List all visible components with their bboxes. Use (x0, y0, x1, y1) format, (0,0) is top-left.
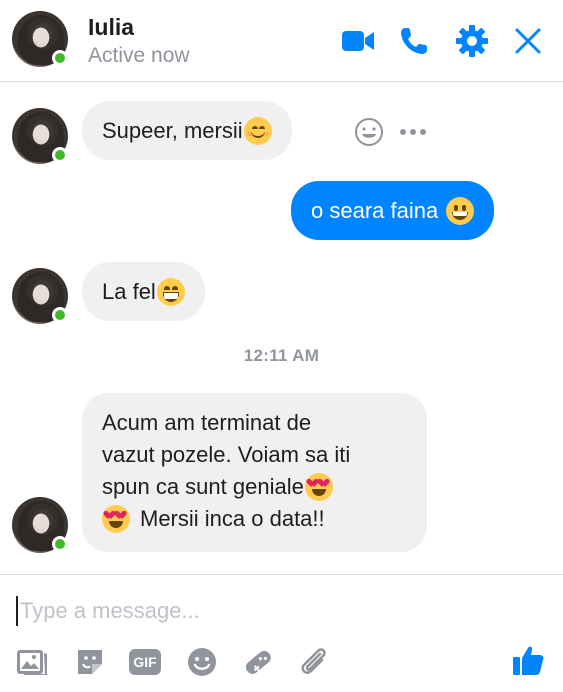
message-text: o seara faina (311, 197, 439, 223)
incoming-message[interactable]: Supeer, mersii (82, 101, 292, 160)
composer-divider (0, 574, 563, 575)
online-indicator (52, 50, 68, 66)
heart-eyes-emoji-icon (102, 505, 130, 533)
beaming-grin-emoji-icon (156, 277, 185, 306)
sticker-icon[interactable] (72, 644, 108, 680)
emoji-icon[interactable] (184, 644, 220, 680)
message-line: Mersii inca o data!! (140, 506, 325, 531)
message-text: Supeer, mersii (102, 117, 243, 143)
more-options-icon[interactable] (398, 117, 428, 147)
online-indicator (52, 307, 68, 323)
gif-label: GIF (133, 654, 157, 670)
message-input[interactable] (16, 596, 496, 626)
grinning-emoji-icon (446, 196, 475, 225)
reaction-emoji-icon[interactable] (354, 117, 384, 147)
close-icon[interactable] (510, 24, 546, 58)
message-line: vazut pozele. Voiam sa iti (102, 442, 351, 467)
online-indicator (52, 147, 68, 163)
message-line: Acum am terminat de (102, 410, 312, 435)
incoming-message[interactable]: La fel (82, 262, 205, 321)
heart-eyes-emoji-icon (304, 473, 333, 501)
message-text: La fel (102, 278, 156, 304)
chat-header: Iulia Active now (0, 0, 563, 82)
phone-icon[interactable] (396, 24, 432, 58)
presence-status: Active now (88, 44, 190, 67)
incoming-message[interactable]: Acum am terminat de vazut pozele. Voiam … (82, 393, 427, 552)
contact-name[interactable]: Iulia (88, 14, 134, 41)
outgoing-message[interactable]: o seara faina (291, 181, 495, 240)
attachment-icon[interactable] (296, 644, 332, 680)
gear-icon[interactable] (454, 24, 490, 58)
video-camera-icon[interactable] (340, 24, 376, 58)
message-line: spun ca sunt geniale (102, 474, 304, 499)
online-indicator (52, 536, 68, 552)
gif-icon[interactable]: GIF (126, 644, 164, 680)
message-timestamp: 12:11 AM (243, 346, 320, 365)
photo-icon[interactable] (14, 644, 50, 680)
like-icon[interactable] (510, 642, 546, 678)
smiling-blush-emoji-icon (243, 116, 272, 145)
game-icon[interactable] (240, 644, 276, 680)
